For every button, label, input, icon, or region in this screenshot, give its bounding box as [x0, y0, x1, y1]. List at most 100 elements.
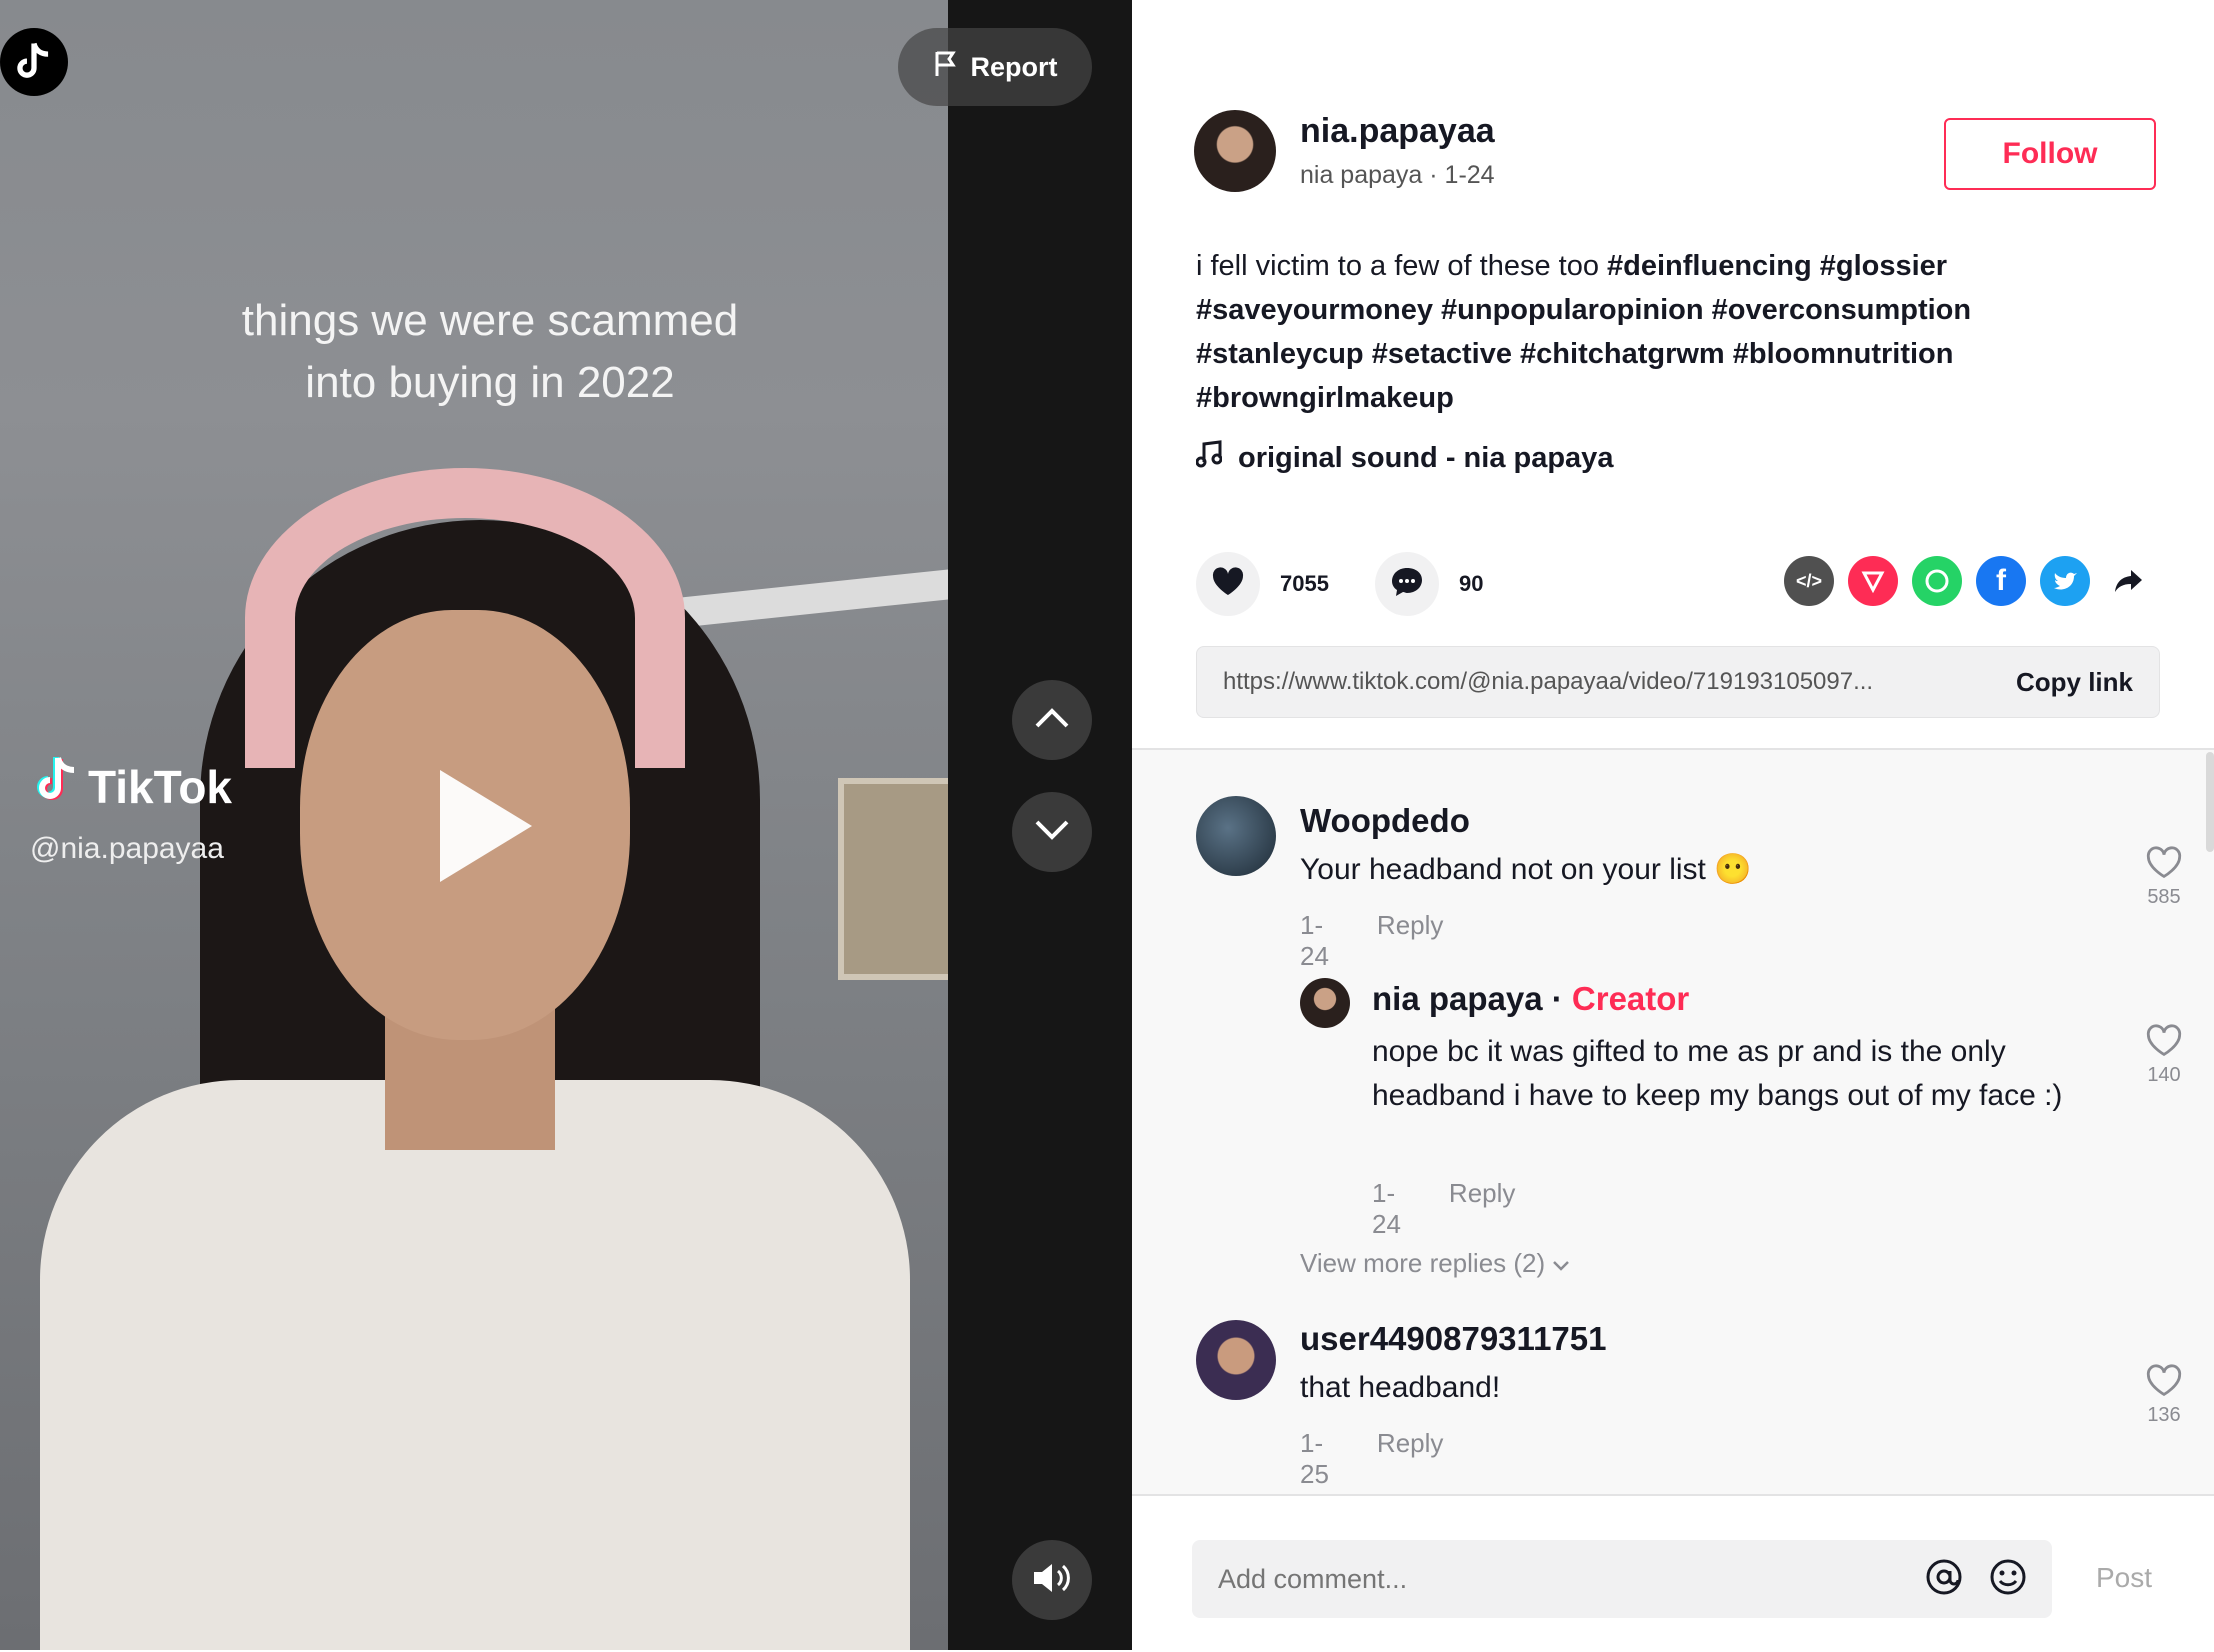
send-icon[interactable]	[1848, 556, 1898, 606]
volume-button[interactable]	[1012, 1540, 1092, 1620]
music-link[interactable]: original sound - nia papaya	[1195, 440, 1614, 476]
comment-meta: 1-24 Reply	[1300, 910, 1443, 972]
play-icon[interactable]	[440, 770, 532, 882]
comment-like[interactable]: 136	[2134, 1364, 2194, 1427]
report-button[interactable]: Report	[898, 28, 1092, 106]
twitter-icon[interactable]	[2040, 556, 2090, 606]
comment-text: Your headband not on your list 😶	[1300, 853, 1752, 886]
commenter-name[interactable]: Woopdedo	[1300, 802, 1470, 840]
speaker-icon	[1032, 1561, 1072, 1600]
chevron-up-icon	[1034, 707, 1070, 734]
video-url[interactable]: https://www.tiktok.com/@nia.papayaa/vide…	[1223, 668, 2016, 696]
caption-line-1: things we were scammed	[241, 296, 739, 345]
comment-like[interactable]: 585	[2134, 846, 2194, 909]
comment-text: nope bc it was gifted to me as pr and is…	[1372, 1035, 2063, 1112]
video-link-box: https://www.tiktok.com/@nia.papayaa/vide…	[1196, 646, 2160, 718]
share-arrow-icon[interactable]	[2104, 556, 2154, 606]
caption-line-2: into buying in 2022	[305, 358, 675, 407]
post-date: 1-24	[1444, 161, 1495, 189]
heart-outline-icon	[2145, 1364, 2183, 1403]
commenter-name[interactable]: nia papaya · Creator	[1372, 980, 1689, 1018]
like-count: 7055	[1280, 571, 1329, 596]
hashtag[interactable]: #glossier	[1820, 250, 1947, 282]
tiktok-watermark-handle: @nia.papayaa	[30, 832, 224, 865]
chevron-down-icon	[1552, 1248, 1570, 1278]
embed-icon[interactable]: </>	[1784, 556, 1834, 606]
comment-text: that headband!	[1300, 1371, 1501, 1404]
comments-scrollbar[interactable]	[2206, 752, 2214, 852]
tiktok-note-icon	[36, 756, 80, 817]
previous-video-button[interactable]	[1012, 680, 1092, 760]
commenter-name[interactable]: user4490879311751	[1300, 1320, 1606, 1358]
hashtag[interactable]: #unpopularopinion	[1441, 294, 1704, 326]
commenter-avatar[interactable]	[1300, 978, 1350, 1028]
post-button[interactable]: Post	[2096, 1562, 2152, 1594]
view-more-label: View more replies (2)	[1300, 1248, 1546, 1278]
heart-icon	[1211, 566, 1245, 602]
heart-outline-icon	[2145, 1024, 2183, 1063]
mention-icon[interactable]	[1924, 1557, 1964, 1602]
video-caption-overlay: things we were scammed into buying in 20…	[150, 290, 830, 414]
next-video-button[interactable]	[1012, 792, 1092, 872]
copy-link-button[interactable]: Copy link	[2016, 667, 2133, 698]
author-avatar[interactable]	[1194, 110, 1276, 192]
comment-date: 1-24	[1372, 1178, 1401, 1239]
tiktok-logo-icon[interactable]	[0, 28, 68, 96]
tiktok-watermark-brand: TikTok	[88, 760, 232, 813]
reply-author-name[interactable]: nia papaya	[1372, 980, 1543, 1017]
like-button[interactable]	[1196, 552, 1260, 616]
comment-date: 1-24	[1300, 910, 1329, 971]
comment-like-count: 136	[2147, 1404, 2181, 1426]
comment-button[interactable]	[1374, 552, 1439, 616]
add-comment-input[interactable]	[1216, 1562, 1924, 1596]
author-username[interactable]: nia.papayaa	[1300, 112, 1495, 151]
emoji-icon[interactable]	[1988, 1557, 2028, 1602]
comment-like-count: 140	[2147, 1064, 2181, 1086]
background-picture-frame	[838, 778, 948, 980]
hashtag[interactable]: #overconsumption	[1712, 294, 1971, 326]
hashtag[interactable]: #browngirlmakeup	[1196, 382, 1454, 414]
hashtag[interactable]: #bloomnutrition	[1733, 338, 1954, 370]
author-subline: nia papaya · 1-24	[1300, 161, 1495, 189]
video-description: i fell victim to a few of these too #dei…	[1196, 244, 2076, 420]
commenter-avatar[interactable]	[1196, 796, 1276, 876]
add-comment-box[interactable]	[1192, 1540, 2052, 1618]
hashtag[interactable]: #saveyourmoney	[1196, 294, 1433, 326]
comment-like-count: 585	[2147, 886, 2181, 908]
share-options: </> f	[1784, 556, 2154, 606]
hashtag[interactable]: #setactive	[1372, 338, 1512, 370]
reply-button[interactable]: Reply	[1449, 1178, 1515, 1240]
follow-button[interactable]: Follow	[1944, 118, 2156, 190]
comment-like[interactable]: 140	[2134, 1024, 2194, 1087]
tiktok-watermark: TikTok	[36, 756, 232, 817]
heart-outline-icon	[2145, 846, 2183, 885]
video-details-panel: nia.papayaa nia papaya · 1-24 Follow i f…	[1132, 0, 2214, 1652]
pink-headband	[245, 468, 685, 768]
comments-list[interactable]: Woopdedo Your headband not on your list …	[1132, 750, 2214, 1494]
video-frame[interactable]: things we were scammed into buying in 20…	[0, 0, 948, 1650]
report-label: Report	[970, 51, 1058, 82]
author-info: nia.papayaa nia papaya · 1-24	[1194, 110, 1495, 192]
chevron-down-icon	[1034, 819, 1070, 846]
whatsapp-icon[interactable]	[1912, 556, 1962, 606]
hashtag[interactable]: #stanleycup	[1196, 338, 1364, 370]
reply-button[interactable]: Reply	[1377, 910, 1443, 972]
view-more-replies[interactable]: View more replies (2)	[1300, 1248, 1570, 1279]
comment-date: 1-25	[1300, 1428, 1329, 1489]
creator-badge: Creator	[1571, 980, 1690, 1017]
person-shirt	[40, 1080, 910, 1650]
flag-icon	[933, 50, 959, 85]
author-display-name: nia papaya	[1300, 161, 1423, 189]
facebook-icon[interactable]: f	[1976, 556, 2026, 606]
hashtag[interactable]: #chitchatgrwm	[1520, 338, 1725, 370]
description-text: i fell victim to a few of these too	[1196, 250, 1599, 282]
music-note-icon	[1195, 440, 1223, 476]
video-player[interactable]: things we were scammed into buying in 20…	[0, 0, 1132, 1650]
hashtag[interactable]: #deinfluencing	[1607, 250, 1812, 282]
commenter-avatar[interactable]	[1196, 1320, 1276, 1400]
reply-button[interactable]: Reply	[1377, 1428, 1443, 1490]
comment-count: 90	[1458, 571, 1484, 596]
comment-meta: 1-24 Reply	[1372, 1178, 1515, 1240]
comment-icon	[1390, 566, 1424, 603]
music-label: original sound - nia papaya	[1238, 441, 1614, 474]
